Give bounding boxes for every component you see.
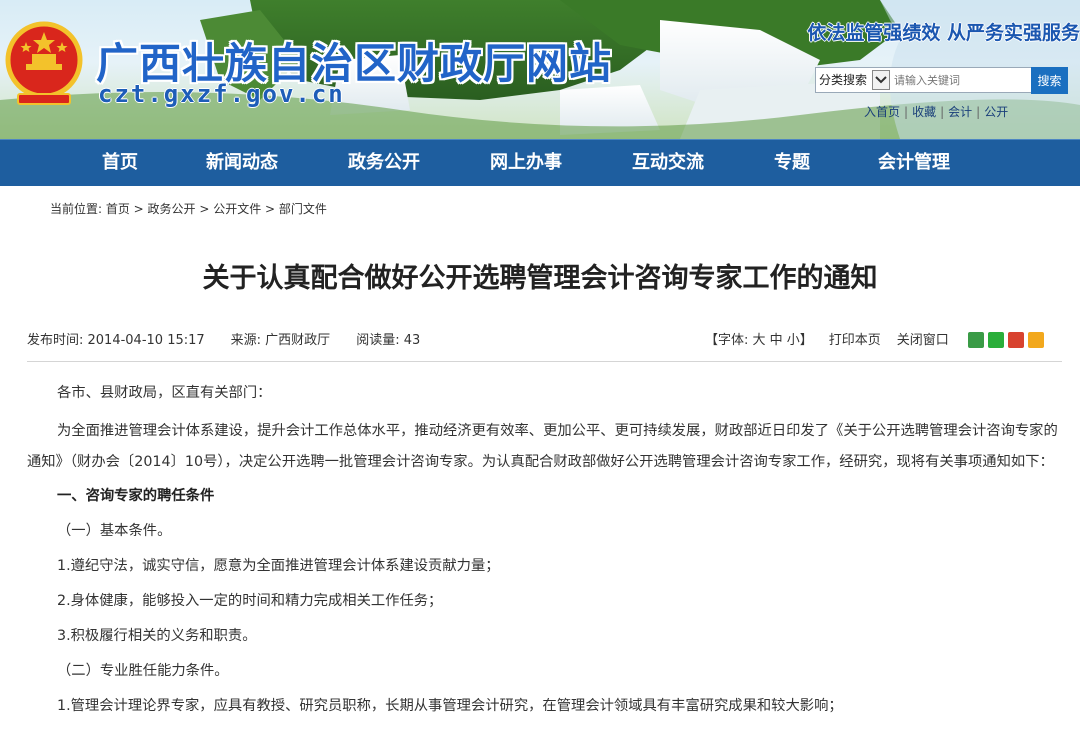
paragraph: 为全面推进管理会计体系建设，提升会计工作总体水平，推动经济更有效率、更加公平、更… (27, 423, 1058, 470)
view-count: 阅读量: 43 (356, 333, 421, 348)
share-icons (968, 329, 1048, 348)
search-button[interactable]: 搜索 (1031, 67, 1068, 94)
nav-item-online-services[interactable]: 网上办事 (490, 140, 562, 186)
top-link-public[interactable]: 公开 (980, 105, 1012, 119)
main-nav: 首页 新闻动态 政务公开 网上办事 互动交流 专题 会计管理 (0, 139, 1080, 186)
publish-time: 发布时间: 2014-04-10 15:17 (27, 333, 205, 348)
qq-icon[interactable] (1028, 331, 1044, 348)
article-title: 关于认真配合做好公开选聘管理会计咨询专家工作的通知 (202, 263, 878, 294)
top-link-home[interactable]: 入首页 (860, 105, 904, 119)
share-icon[interactable] (968, 331, 984, 348)
paragraph: 3.积极履行相关的义务和职责。 (57, 628, 257, 644)
paragraph: 2.身体健康，能够投入一定的时间和精力完成相关工作任务； (57, 593, 443, 609)
top-links: 入首页 | 收藏 | 会计 | 公开 (860, 103, 1012, 120)
section-heading: 一、咨询专家的聘任条件 (57, 488, 215, 504)
chevron-down-icon[interactable] (872, 70, 890, 90)
nav-item-topics[interactable]: 专题 (774, 140, 810, 186)
article-source: 来源: 广西财政厅 (230, 333, 331, 348)
top-link-favorite[interactable]: 收藏 (908, 105, 940, 119)
paragraph: 1.遵纪守法，诚实守信，愿意为全面推进管理会计体系建设贡献力量； (57, 558, 500, 574)
article-body: 各市、县财政局，区直有关部门： 为全面推进管理会计体系建设，提升会计工作总体水平… (27, 378, 1062, 722)
breadcrumb[interactable]: 当前位置: 首页 > 政务公开 > 公开文件 > 部门文件 (50, 200, 327, 217)
search-category-select[interactable]: 分类搜索 (816, 68, 872, 92)
wechat-icon[interactable] (988, 331, 1004, 348)
top-link-accounting[interactable]: 会计 (944, 105, 976, 119)
article-tools: 【字体: 大 中 小】 打印本页 关闭窗口 (705, 329, 965, 348)
search-box: 分类搜索 (815, 67, 1067, 93)
weibo-icon[interactable] (1008, 331, 1024, 348)
nav-item-interaction[interactable]: 互动交流 (632, 140, 704, 186)
paragraph: 各市、县财政局，区直有关部门： (57, 385, 272, 401)
national-emblem-icon (5, 21, 83, 105)
nav-item-news[interactable]: 新闻动态 (206, 140, 278, 186)
site-domain: czt.gxzf.gov.cn (98, 80, 345, 108)
font-size-control[interactable]: 【字体: 大 中 小】 (705, 333, 813, 348)
article-meta: 发布时间: 2014-04-10 15:17 来源: 广西财政厅 阅读量: 43 (27, 329, 446, 348)
nav-item-gov-affairs[interactable]: 政务公开 (348, 140, 420, 186)
paragraph: 1.管理会计理论界专家，应具有教授、研究员职称，长期从事管理会计研究，在管理会计… (57, 698, 843, 714)
print-link[interactable]: 打印本页 (829, 333, 881, 348)
search-input[interactable] (892, 70, 1032, 90)
nav-item-home[interactable]: 首页 (102, 140, 138, 186)
paragraph: （一）基本条件。 (57, 523, 172, 539)
close-window-link[interactable]: 关闭窗口 (897, 333, 949, 348)
site-slogan: 依法监管强绩效 从严务实强服务 (807, 22, 1080, 44)
divider (27, 361, 1062, 362)
nav-item-accounting[interactable]: 会计管理 (878, 140, 950, 186)
paragraph: （二）专业胜任能力条件。 (57, 663, 229, 679)
